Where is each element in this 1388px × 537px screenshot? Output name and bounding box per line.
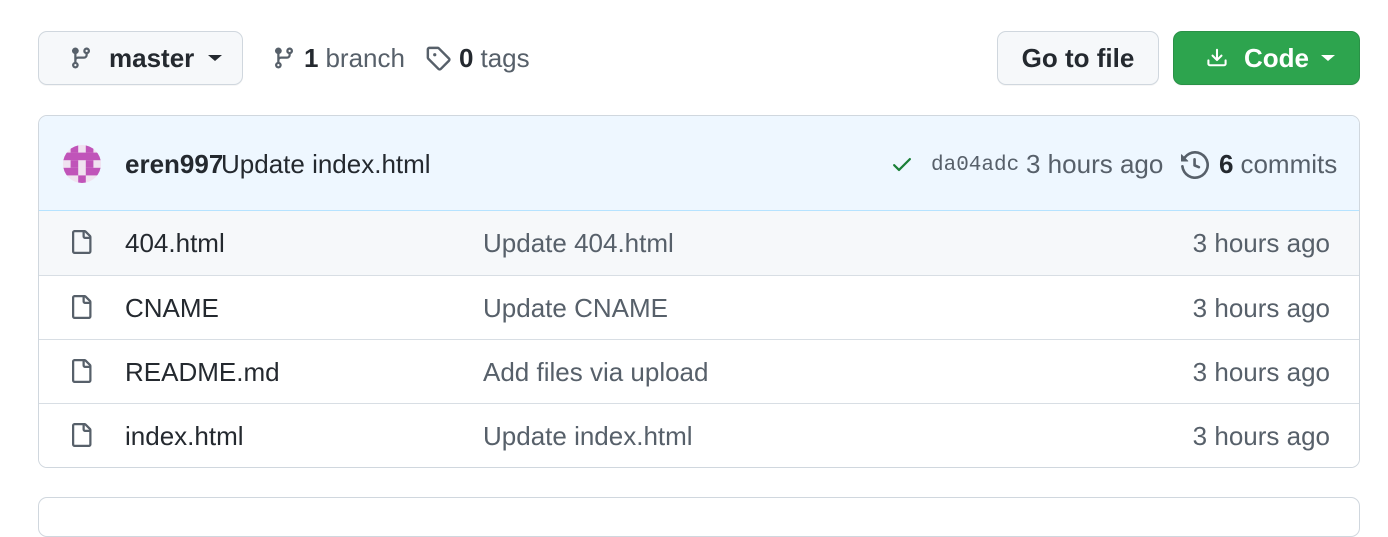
file-commit-time: 3 hours ago [1192, 228, 1330, 258]
file-row[interactable]: index.html Update index.html 3 hours ago [39, 403, 1359, 467]
file-row[interactable]: 404.html Update 404.html 3 hours ago [39, 211, 1359, 275]
tags-link[interactable]: 0 tags [425, 31, 530, 85]
file-browser: eren997 Update index.html da04adc 3 hour… [38, 115, 1360, 468]
commit-time: 3 hours ago [1026, 149, 1164, 179]
commit-label: commits [1240, 149, 1338, 179]
file-commit-message-link[interactable]: Update 404.html [483, 228, 674, 259]
branch-name: master [109, 42, 195, 73]
branch-count: 1 [304, 42, 319, 73]
file-name-link[interactable]: index.html [125, 421, 244, 452]
file-row[interactable]: README.md Add files via upload 3 hours a… [39, 339, 1359, 403]
file-commit-message-link[interactable]: Update index.html [483, 421, 693, 452]
file-icon [72, 230, 92, 254]
git-branch-icon [274, 47, 293, 69]
tag-icon [426, 46, 451, 71]
commits-link[interactable]: 6 commits [1181, 149, 1337, 180]
avatar[interactable] [63, 145, 101, 183]
file-name-link[interactable]: README.md [125, 357, 280, 388]
caret-down-icon [1321, 55, 1335, 61]
tag-count: 0 [459, 42, 474, 73]
commit-count: 6 [1219, 149, 1234, 179]
code-button[interactable]: Code [1173, 31, 1360, 85]
download-icon [1207, 48, 1227, 67]
file-name-link[interactable]: 404.html [125, 228, 225, 259]
commit-author-link[interactable]: eren997 [125, 149, 223, 180]
readme-box [38, 497, 1360, 537]
identicon [63, 145, 101, 183]
caret-down-icon [208, 55, 223, 61]
git-branch-icon [71, 47, 90, 69]
go-to-file-button[interactable]: Go to file [997, 31, 1159, 85]
file-commit-time: 3 hours ago [1192, 421, 1330, 451]
branch-select-button[interactable]: master [38, 31, 243, 85]
check-icon[interactable] [890, 152, 914, 176]
history-icon [1181, 150, 1209, 179]
file-icon [72, 423, 92, 447]
repo-toolbar: master 1 branch 0 tags Go to file Code [38, 31, 1360, 87]
file-icon [72, 295, 92, 319]
tag-label: tags [480, 42, 530, 73]
code-label: Code [1244, 42, 1309, 73]
file-commit-time: 3 hours ago [1192, 357, 1330, 387]
branch-label: branch [325, 42, 405, 73]
file-name-link[interactable]: CNAME [125, 293, 219, 324]
file-icon [72, 359, 92, 383]
file-commit-message-link[interactable]: Add files via upload [483, 357, 708, 388]
branches-link[interactable]: 1 branch [272, 31, 405, 85]
commit-message-link[interactable]: Update index.html [221, 149, 431, 180]
commit-sha-link[interactable]: da04adc [931, 154, 1019, 177]
go-to-file-label: Go to file [1021, 42, 1135, 73]
file-commit-time: 3 hours ago [1192, 293, 1330, 323]
file-commit-message-link[interactable]: Update CNAME [483, 293, 668, 324]
latest-commit-bar: eren997 Update index.html da04adc 3 hour… [39, 116, 1359, 211]
file-row[interactable]: CNAME Update CNAME 3 hours ago [39, 275, 1359, 339]
